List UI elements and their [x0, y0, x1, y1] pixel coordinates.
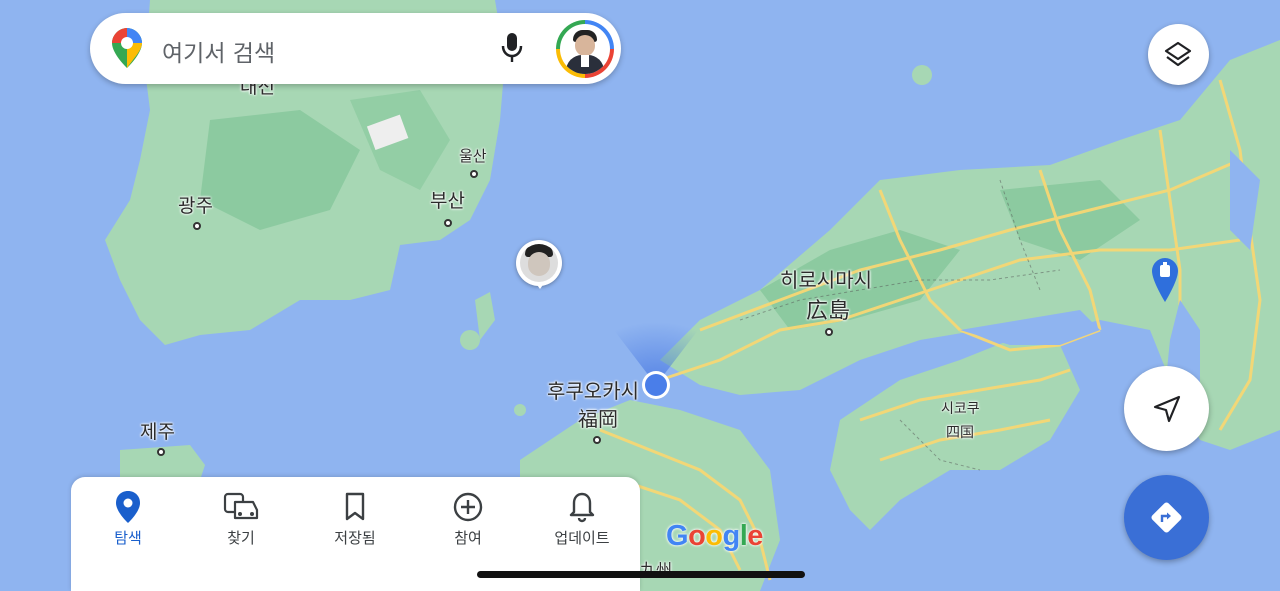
- nav-go-tab[interactable]: 찾기: [186, 491, 296, 548]
- luggage-pin-icon[interactable]: [1152, 258, 1178, 306]
- city-marker: [825, 328, 833, 336]
- map-label-shikoku-ja: 四国: [946, 425, 974, 441]
- city-marker: [470, 170, 478, 178]
- directions-icon: [1151, 502, 1182, 533]
- city-marker: [593, 436, 601, 444]
- google-logo: Google: [666, 520, 763, 552]
- my-location-button[interactable]: [1124, 366, 1209, 451]
- nav-updates-label: 업데이트: [554, 529, 610, 547]
- nav-updates-tab[interactable]: 업데이트: [527, 491, 637, 548]
- map-label-hiroshima-ja: 広島: [806, 299, 851, 324]
- friend-location-avatar[interactable]: [516, 240, 562, 289]
- nav-contribute-label: 참여: [454, 529, 482, 547]
- city-marker: [193, 222, 201, 230]
- city-marker: [444, 219, 452, 227]
- navigation-arrow-icon: [1153, 395, 1181, 423]
- map-label-busan: 부산: [430, 190, 465, 212]
- nav-go-label: 찾기: [227, 529, 255, 547]
- city-marker: [157, 448, 165, 456]
- google-maps-logo-icon: [112, 28, 142, 72]
- bell-icon: [569, 492, 595, 523]
- map-label-shikoku-ko: 시코쿠: [941, 401, 980, 417]
- nav-explore-tab[interactable]: 탐색: [73, 491, 183, 548]
- nav-saved-tab[interactable]: 저장됨: [300, 491, 410, 548]
- account-avatar[interactable]: [556, 20, 614, 78]
- map-label-hiroshima-ko: 히로시마시: [780, 268, 872, 292]
- profile-photo-icon: [560, 24, 610, 74]
- nav-contribute-tab[interactable]: 참여: [413, 491, 523, 548]
- layers-icon: [1164, 41, 1192, 67]
- microphone-icon[interactable]: [500, 32, 524, 68]
- child-avatar-icon: [520, 244, 558, 282]
- map-label-fukuoka-ja: 福岡: [578, 407, 618, 431]
- map-label-jeju: 제주: [140, 421, 175, 443]
- directions-button[interactable]: [1124, 475, 1209, 560]
- search-bar[interactable]: 여기서 검색: [90, 13, 621, 84]
- map-label-ulsan: 울산: [459, 147, 487, 165]
- search-input[interactable]: 여기서 검색: [162, 34, 275, 68]
- map-label-gwangju: 광주: [178, 195, 213, 217]
- car-transit-icon: [223, 492, 259, 520]
- location-pin-icon: [116, 491, 140, 523]
- home-indicator[interactable]: [477, 571, 805, 578]
- bookmark-icon: [345, 492, 365, 521]
- layers-button[interactable]: [1148, 24, 1209, 85]
- map-label-fukuoka-ko: 후쿠오카시: [547, 379, 639, 403]
- nav-saved-label: 저장됨: [334, 529, 376, 547]
- nav-explore-label: 탐색: [114, 529, 142, 547]
- add-circle-icon: [453, 492, 483, 522]
